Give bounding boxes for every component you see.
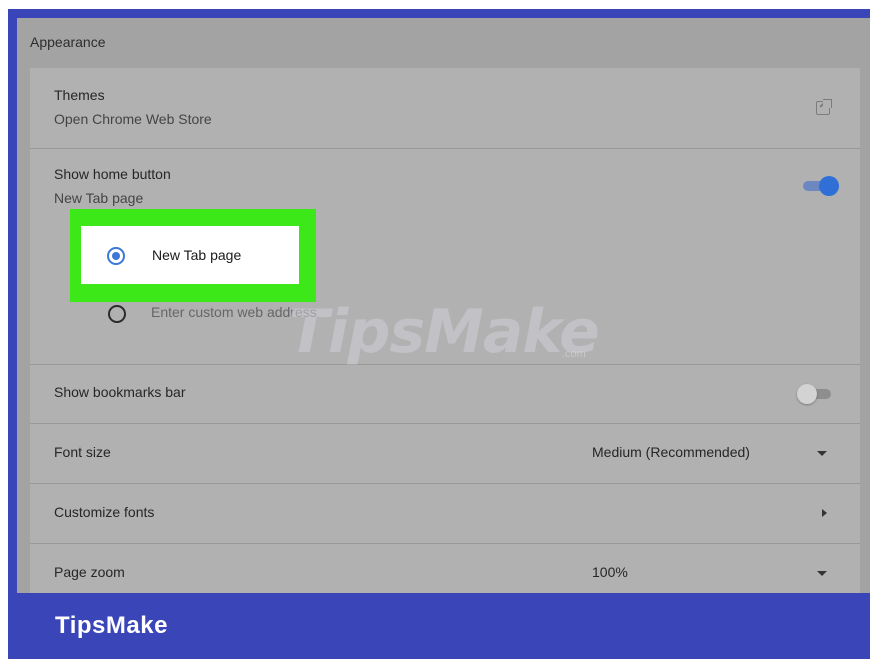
page-zoom-label: Page zoom bbox=[54, 564, 125, 580]
page-zoom-select[interactable]: 100% bbox=[592, 564, 628, 580]
font-size-label: Font size bbox=[54, 444, 111, 460]
font-size-select[interactable]: Medium (Recommended) bbox=[592, 444, 750, 460]
divider bbox=[30, 543, 860, 544]
chevron-down-icon[interactable] bbox=[817, 451, 827, 456]
home-button-sublabel: New Tab page bbox=[54, 190, 144, 206]
footer-brand: TipsMake bbox=[55, 612, 168, 639]
chevron-down-icon[interactable] bbox=[817, 571, 827, 576]
home-button-label: Show home button bbox=[54, 166, 171, 182]
themes-label: Themes bbox=[54, 87, 105, 103]
chevron-right-icon[interactable] bbox=[822, 509, 827, 517]
bookmarks-bar-toggle[interactable] bbox=[797, 384, 835, 404]
highlight-callout: New Tab page bbox=[70, 209, 316, 302]
bookmarks-bar-label: Show bookmarks bar bbox=[54, 384, 186, 400]
divider bbox=[30, 483, 860, 484]
new-tab-page-option-label[interactable]: New Tab page bbox=[152, 247, 241, 263]
watermark-suffix: .com bbox=[562, 348, 586, 360]
footer-bar: TipsMake bbox=[8, 593, 870, 659]
divider bbox=[30, 148, 860, 149]
divider bbox=[30, 423, 860, 424]
radio-new-tab-page[interactable] bbox=[107, 247, 125, 265]
watermark: TipsMake bbox=[288, 297, 600, 367]
highlight-inner: New Tab page bbox=[81, 226, 299, 284]
themes-sublabel[interactable]: Open Chrome Web Store bbox=[54, 111, 212, 127]
radio-custom-address[interactable] bbox=[108, 305, 126, 323]
home-button-toggle[interactable] bbox=[801, 176, 839, 196]
external-link-icon[interactable] bbox=[816, 99, 832, 115]
section-title: Appearance bbox=[30, 34, 106, 50]
customize-fonts-label[interactable]: Customize fonts bbox=[54, 504, 154, 520]
